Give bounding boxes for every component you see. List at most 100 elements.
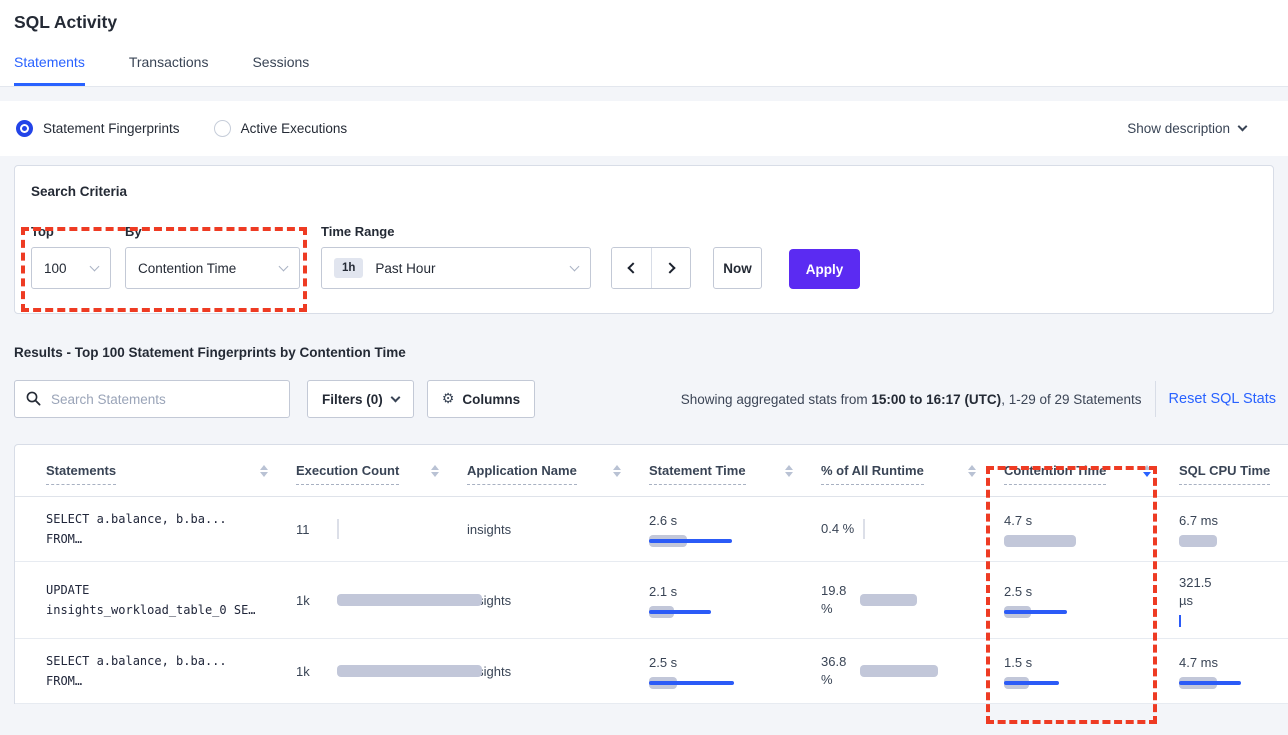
gear-icon: ⚙ <box>442 391 455 407</box>
column-header-statement-time[interactable]: Statement Time <box>649 445 821 496</box>
sort-icon[interactable] <box>968 465 976 477</box>
by-label: By <box>125 224 300 239</box>
column-header-sql-cpu-time[interactable]: SQL CPU Time <box>1179 445 1288 496</box>
sql-cpu-time-cell: 4.7 ms <box>1179 639 1288 703</box>
columns-button[interactable]: ⚙ Columns <box>427 380 535 418</box>
aggregated-stats-text: Showing aggregated stats from 15:00 to 1… <box>681 392 1142 407</box>
application-name-cell: insights <box>467 639 649 703</box>
table-header-row: Statements Execution Count Application N… <box>15 445 1288 497</box>
view-toggle-band: Statement Fingerprints Active Executions… <box>0 101 1288 156</box>
contention-time-cell: 1.5 s <box>1004 639 1179 703</box>
application-name-cell: insights <box>467 497 649 561</box>
table-row[interactable]: UPDATEinsights_workload_table_0 SE… 1k i… <box>15 562 1288 639</box>
execution-count-cell: 1k <box>296 562 467 638</box>
filters-label: Filters (0) <box>322 392 383 407</box>
statement-time-bar <box>649 534 759 546</box>
statement-time-cell: 2.6 s <box>649 497 821 561</box>
sql-cpu-time-bar <box>1179 614 1288 626</box>
chevron-right-icon <box>664 262 675 273</box>
time-range-select[interactable]: 1h Past Hour <box>321 247 591 289</box>
statements-table: Statements Execution Count Application N… <box>14 444 1288 704</box>
search-criteria-heading: Search Criteria <box>31 184 1257 199</box>
time-range-badge: 1h <box>334 258 363 278</box>
pct-runtime-cell: 36.8 % <box>821 639 1004 703</box>
show-description-toggle[interactable]: Show description <box>1127 121 1246 136</box>
sort-icon[interactable] <box>613 465 621 477</box>
table-row[interactable]: SELECT a.balance, b.ba...FROM… 11 insigh… <box>15 497 1288 562</box>
results-toolbar: Filters (0) ⚙ Columns Showing aggregated… <box>14 380 1278 418</box>
statement-time-bar <box>649 676 759 688</box>
top-label: Top <box>31 224 111 239</box>
search-criteria-card: Search Criteria Top 100 By Contention Ti… <box>14 165 1274 314</box>
execution-count-cell: 11 <box>296 497 467 561</box>
divider <box>1155 381 1156 417</box>
execution-count-bar <box>337 522 487 536</box>
chevron-left-icon <box>627 262 638 273</box>
tab-bar: Statements Transactions Sessions <box>0 54 1288 87</box>
column-header-contention-time[interactable]: Contention Time <box>1004 445 1179 496</box>
sql-cpu-time-bar <box>1179 676 1288 688</box>
time-range-value: Past Hour <box>375 261 435 276</box>
chevron-down-icon <box>570 261 580 271</box>
sort-icon[interactable] <box>785 465 793 477</box>
sort-icon[interactable] <box>260 465 268 477</box>
now-button[interactable]: Now <box>713 247 762 289</box>
radio-label: Statement Fingerprints <box>43 121 180 136</box>
tab-statements[interactable]: Statements <box>14 54 85 86</box>
execution-count-bar <box>337 593 487 607</box>
radio-label: Active Executions <box>241 121 348 136</box>
statement-time-cell: 2.1 s <box>649 562 821 638</box>
time-range-label: Time Range <box>321 224 591 239</box>
statement-cell[interactable]: SELECT a.balance, b.ba...FROM… <box>46 497 296 561</box>
execution-count-bar <box>337 664 487 678</box>
sort-icon[interactable] <box>1143 465 1151 477</box>
column-header-application-name[interactable]: Application Name <box>467 445 649 496</box>
statement-time-bar <box>649 605 759 617</box>
column-header-execution-count[interactable]: Execution Count <box>296 445 467 496</box>
filters-button[interactable]: Filters (0) <box>307 380 414 418</box>
sort-icon[interactable] <box>431 465 439 477</box>
by-select[interactable]: Contention Time <box>125 247 300 289</box>
page-title: SQL Activity <box>0 12 1288 33</box>
radio-icon <box>16 120 33 137</box>
sql-cpu-time-bar <box>1179 534 1288 546</box>
pct-runtime-bar <box>860 593 980 607</box>
show-description-label: Show description <box>1127 121 1230 136</box>
search-input[interactable] <box>14 380 290 418</box>
columns-label: Columns <box>462 392 520 407</box>
sql-cpu-time-cell: 6.7 ms <box>1179 497 1288 561</box>
table-row[interactable]: SELECT a.balance, b.ba...FROM… 1k insigh… <box>15 639 1288 704</box>
contention-time-cell: 2.5 s <box>1004 562 1179 638</box>
application-name-cell: insights <box>467 562 649 638</box>
radio-statement-fingerprints[interactable]: Statement Fingerprints <box>16 120 180 137</box>
reset-sql-stats-link[interactable]: Reset SQL Stats <box>1169 391 1276 407</box>
previous-time-button[interactable] <box>612 248 651 288</box>
radio-icon <box>214 120 231 137</box>
next-time-button[interactable] <box>651 248 690 288</box>
execution-count-cell: 1k <box>296 639 467 703</box>
top-select[interactable]: 100 <box>31 247 111 289</box>
contention-time-bar <box>1004 676 1114 688</box>
statement-cell[interactable]: SELECT a.balance, b.ba...FROM… <box>46 639 296 703</box>
column-header-statements[interactable]: Statements <box>46 445 296 496</box>
statement-time-cell: 2.5 s <box>649 639 821 703</box>
statement-cell[interactable]: UPDATEinsights_workload_table_0 SE… <box>46 562 296 638</box>
chevron-down-icon <box>1238 122 1248 132</box>
top-bar: SQL Activity Statements Transactions Ses… <box>0 0 1288 87</box>
chevron-down-icon <box>390 392 400 402</box>
apply-button[interactable]: Apply <box>789 249 860 289</box>
search-icon <box>26 391 41 406</box>
results-heading: Results - Top 100 Statement Fingerprints… <box>14 345 1288 360</box>
radio-active-executions[interactable]: Active Executions <box>214 120 348 137</box>
contention-time-cell: 4.7 s <box>1004 497 1179 561</box>
contention-time-bar <box>1004 534 1114 546</box>
chevron-down-icon <box>90 261 100 271</box>
tab-transactions[interactable]: Transactions <box>129 54 209 86</box>
time-nav-group <box>611 247 691 289</box>
tab-sessions[interactable]: Sessions <box>252 54 309 86</box>
column-header-pct-runtime[interactable]: % of All Runtime <box>821 445 1004 496</box>
contention-time-bar <box>1004 605 1114 617</box>
pct-runtime-cell: 19.8 % <box>821 562 1004 638</box>
by-select-value: Contention Time <box>138 261 236 276</box>
pct-runtime-cell: 0.4 % <box>821 497 1004 561</box>
